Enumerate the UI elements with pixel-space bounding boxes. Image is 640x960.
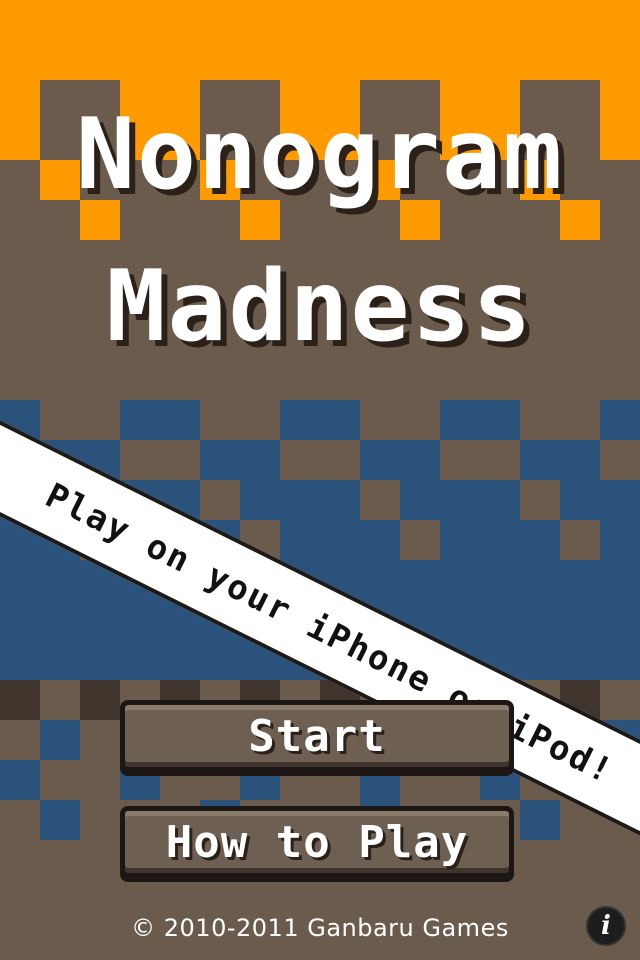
transition-block <box>240 400 280 440</box>
start-button[interactable]: Start <box>120 700 514 772</box>
transition-block <box>0 680 40 720</box>
transition-block <box>40 720 80 760</box>
transition-block <box>0 760 40 800</box>
transition-block <box>280 440 320 480</box>
title-screen: Nonogram Madness Play on your iPhone or … <box>0 0 640 960</box>
transition-block <box>560 400 600 440</box>
transition-block <box>520 400 560 440</box>
how-to-play-button[interactable]: How to Play <box>120 806 514 878</box>
transition-block <box>120 440 160 480</box>
transition-block <box>600 440 640 480</box>
game-title-line-2: Madness <box>106 250 534 364</box>
transition-block <box>480 440 520 480</box>
transition-block <box>360 400 400 440</box>
transition-block <box>200 480 240 520</box>
transition-block <box>560 520 600 560</box>
transition-block <box>360 480 400 520</box>
transition-block <box>80 400 120 440</box>
transition-block <box>440 440 480 480</box>
transition-block <box>400 520 440 560</box>
game-title-line-1: Nonogram <box>75 98 564 212</box>
transition-block <box>40 400 80 440</box>
transition-block <box>400 400 440 440</box>
transition-block <box>520 800 560 840</box>
transition-block <box>80 680 120 720</box>
transition-block <box>200 400 240 440</box>
transition-block <box>520 480 560 520</box>
transition-block <box>320 440 360 480</box>
copyright-text: © 2010-2011 Ganbaru Games <box>131 914 509 942</box>
transition-block <box>160 440 200 480</box>
transition-block <box>40 800 80 840</box>
info-glyph: i <box>601 911 611 941</box>
info-icon[interactable]: i <box>586 906 626 946</box>
